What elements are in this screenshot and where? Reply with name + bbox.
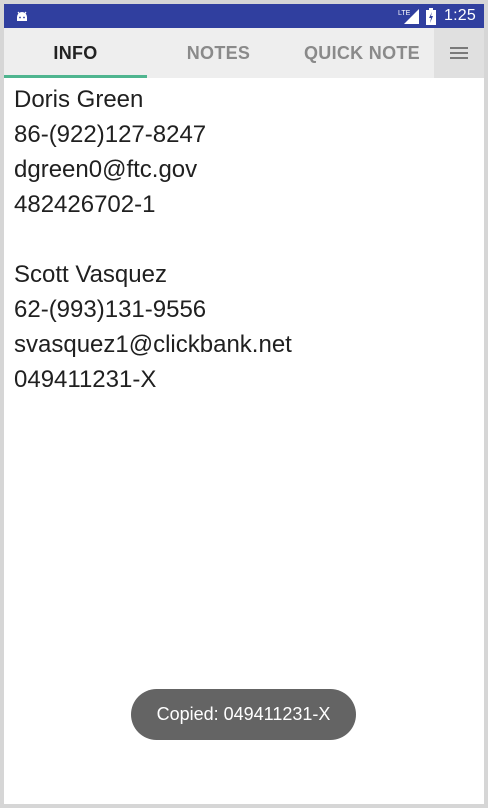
network-label: LTE (398, 10, 411, 17)
app-window: LTE 1:25 INFO NOTES QUICK NOTE Doris Gre… (4, 4, 484, 804)
status-bar: LTE 1:25 (4, 4, 484, 28)
tab-quick-note[interactable]: QUICK NOTE (290, 28, 434, 78)
contact-entry: Scott Vasquez 62-(993)131-9556 svasquez1… (14, 257, 474, 397)
lte-signal-icon: LTE (398, 9, 420, 24)
contact-id[interactable]: 482426702-1 (14, 187, 474, 222)
status-icons: LTE 1:25 (398, 4, 484, 28)
tab-notes[interactable]: NOTES (147, 28, 290, 78)
contact-email[interactable]: svasquez1@clickbank.net (14, 327, 474, 362)
android-icon (17, 11, 27, 21)
battery-charging-icon (426, 7, 437, 25)
contact-separator (14, 222, 474, 257)
contact-phone[interactable]: 62-(993)131-9556 (14, 292, 474, 327)
tab-indicator (4, 75, 147, 78)
contact-name[interactable]: Doris Green (14, 82, 474, 117)
menu-button[interactable] (434, 28, 484, 78)
toast-message: Copied: 049411231-X (131, 689, 356, 740)
contact-phone[interactable]: 86-(922)127-8247 (14, 117, 474, 152)
contact-id[interactable]: 049411231-X (14, 362, 474, 397)
contact-entry: Doris Green 86-(922)127-8247 dgreen0@ftc… (14, 82, 474, 222)
menu-icon (450, 47, 468, 59)
tab-info[interactable]: INFO (4, 28, 147, 78)
contact-list: Doris Green 86-(922)127-8247 dgreen0@ftc… (14, 82, 474, 397)
tab-bar: INFO NOTES QUICK NOTE (4, 28, 484, 78)
contact-email[interactable]: dgreen0@ftc.gov (14, 152, 474, 187)
contact-name[interactable]: Scott Vasquez (14, 257, 474, 292)
status-time: 1:25 (444, 7, 476, 24)
